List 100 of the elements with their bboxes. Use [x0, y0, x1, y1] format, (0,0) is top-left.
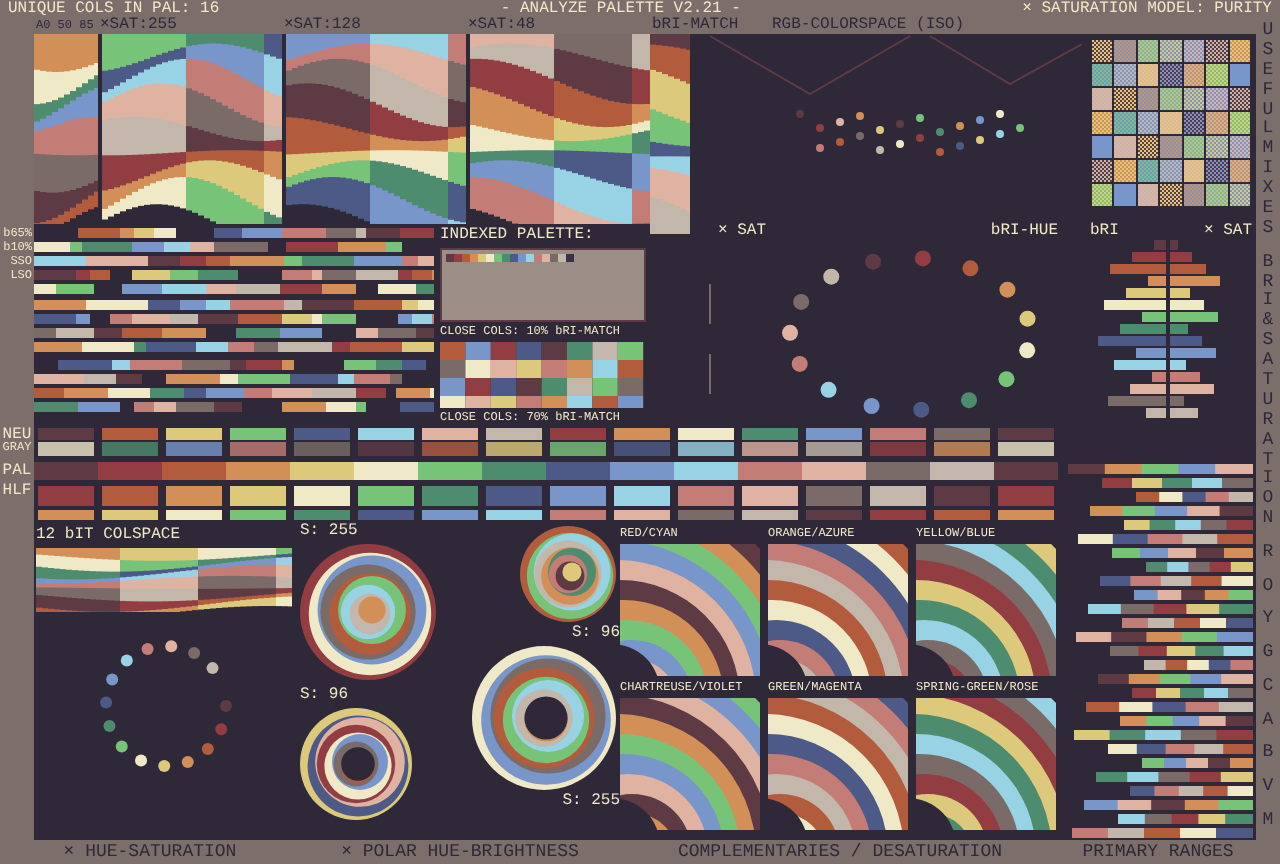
- color-dot: [976, 136, 984, 144]
- color-mix-swatch: [1183, 88, 1205, 110]
- color-mix-swatch: [1092, 40, 1113, 62]
- color-dot: [996, 130, 1004, 138]
- color-mix-swatch: [1229, 136, 1250, 158]
- color-mix-swatch: [1114, 136, 1136, 158]
- saturation-label: S: 255: [562, 794, 620, 810]
- color-dot: [961, 392, 977, 409]
- color-mix-swatch: [1114, 160, 1136, 182]
- color-dot: [1019, 342, 1036, 359]
- color-mix-swatch: [1137, 64, 1159, 86]
- color-mix-swatch: [1092, 184, 1113, 206]
- axis-line: [709, 353, 711, 395]
- color-mix-swatch: [1183, 112, 1205, 134]
- color-dot: [816, 124, 824, 132]
- saturation-label: S: 96: [300, 688, 349, 704]
- color-dot: [913, 401, 930, 418]
- color-dot: [998, 371, 1015, 388]
- saturation-label: S: 96: [571, 626, 620, 642]
- color-dot: [106, 673, 119, 686]
- color-dot: [999, 281, 1016, 298]
- chart-label: ×SAT:128: [284, 18, 363, 34]
- polar-chart-drawing: [520, 524, 620, 624]
- color-mix-swatch: [1160, 64, 1182, 86]
- color-mix-swatch: [1206, 64, 1228, 86]
- color-dot: [791, 355, 808, 372]
- color-mix-swatch: [1114, 184, 1136, 206]
- color-mix-swatch: [1229, 88, 1250, 110]
- color-dot: [936, 128, 944, 136]
- color-dot: [120, 654, 133, 667]
- color-dot: [181, 755, 194, 768]
- color-dot: [914, 250, 931, 267]
- color-mix-swatch: [1160, 184, 1182, 206]
- range-label: V: [1260, 778, 1276, 799]
- range-label: R: [1260, 543, 1276, 564]
- color-dot: [206, 662, 219, 675]
- color-dot: [936, 148, 944, 156]
- panel-title: INDEXED PALETTE:: [440, 228, 596, 244]
- chart-label: × SAT: [718, 224, 767, 244]
- color-mix-swatch: [1183, 160, 1205, 182]
- color-mix-swatch: [1114, 40, 1136, 62]
- chart-label: RGB-COLORSPACE (ISO): [772, 18, 965, 34]
- row-label: NEU: [2, 428, 32, 442]
- color-mix-swatch: [1114, 64, 1136, 86]
- color-dot: [793, 293, 810, 310]
- chart-label: bRI: [1090, 224, 1119, 240]
- color-dot: [836, 138, 844, 146]
- color-dot: [115, 740, 128, 753]
- color-mix-swatch: [1229, 64, 1250, 86]
- chart-label: ×SAT:48: [468, 18, 538, 34]
- range-label: Y: [1260, 610, 1276, 631]
- color-dot: [865, 253, 882, 270]
- color-mix-swatch: [1206, 160, 1228, 182]
- color-mix-swatch: [1092, 160, 1113, 182]
- color-dot: [856, 112, 864, 120]
- polar-chart-drawing: [300, 542, 440, 682]
- color-dot: [165, 640, 178, 653]
- color-dot: [215, 723, 228, 736]
- color-dot: [188, 647, 201, 659]
- color-mix-swatch: [1092, 88, 1113, 110]
- color-dot: [823, 268, 840, 285]
- window-title: - ANALYZE PALETTE V2.21 -: [500, 1, 741, 17]
- color-dot: [141, 642, 154, 655]
- color-dot: [916, 114, 924, 122]
- color-mix-swatch: [1092, 136, 1113, 158]
- color-dot: [976, 116, 984, 124]
- color-mix-swatch: [1114, 88, 1136, 110]
- range-label: O: [1260, 577, 1276, 598]
- section-title: COMPLEMENTARIES / DESATURATION: [675, 843, 1005, 861]
- color-dot: [856, 132, 864, 140]
- row-label: PAL: [2, 464, 32, 483]
- color-dot: [103, 720, 116, 733]
- color-mix-swatch: [1206, 40, 1228, 62]
- color-mix-swatch: [1229, 40, 1250, 62]
- color-mix-swatch: [1160, 40, 1182, 62]
- color-dot: [201, 743, 214, 756]
- color-mix-swatch: [1229, 112, 1250, 134]
- palette-count: UNIQUE COLS IN PAL: 16: [8, 1, 220, 17]
- color-mix-swatch: [1160, 88, 1182, 110]
- color-mix-swatch: [1137, 184, 1159, 206]
- axis-line: [709, 283, 711, 325]
- color-dot: [100, 696, 113, 709]
- color-mix-swatch: [1183, 64, 1205, 86]
- color-dot: [876, 126, 884, 134]
- color-dot: [956, 142, 964, 150]
- section-title: × HUE-SATURATION: [61, 843, 239, 861]
- color-mix-swatch: [1137, 112, 1159, 134]
- color-mix-swatch: [1092, 112, 1113, 134]
- color-mix-swatch: [1160, 112, 1182, 134]
- chart-label: bRI-MATCH: [652, 18, 741, 34]
- side-title: USEFUL MIXES: [1260, 22, 1276, 240]
- color-mix-swatch: [1229, 160, 1250, 182]
- color-dot: [896, 140, 904, 148]
- color-mix-swatch: [1206, 136, 1228, 158]
- color-dot: [876, 146, 884, 154]
- color-mix-swatch: [1183, 40, 1205, 62]
- color-dot: [836, 118, 844, 126]
- color-dot: [158, 759, 171, 772]
- color-dot: [1016, 124, 1024, 132]
- color-mix-swatch: [1160, 136, 1182, 158]
